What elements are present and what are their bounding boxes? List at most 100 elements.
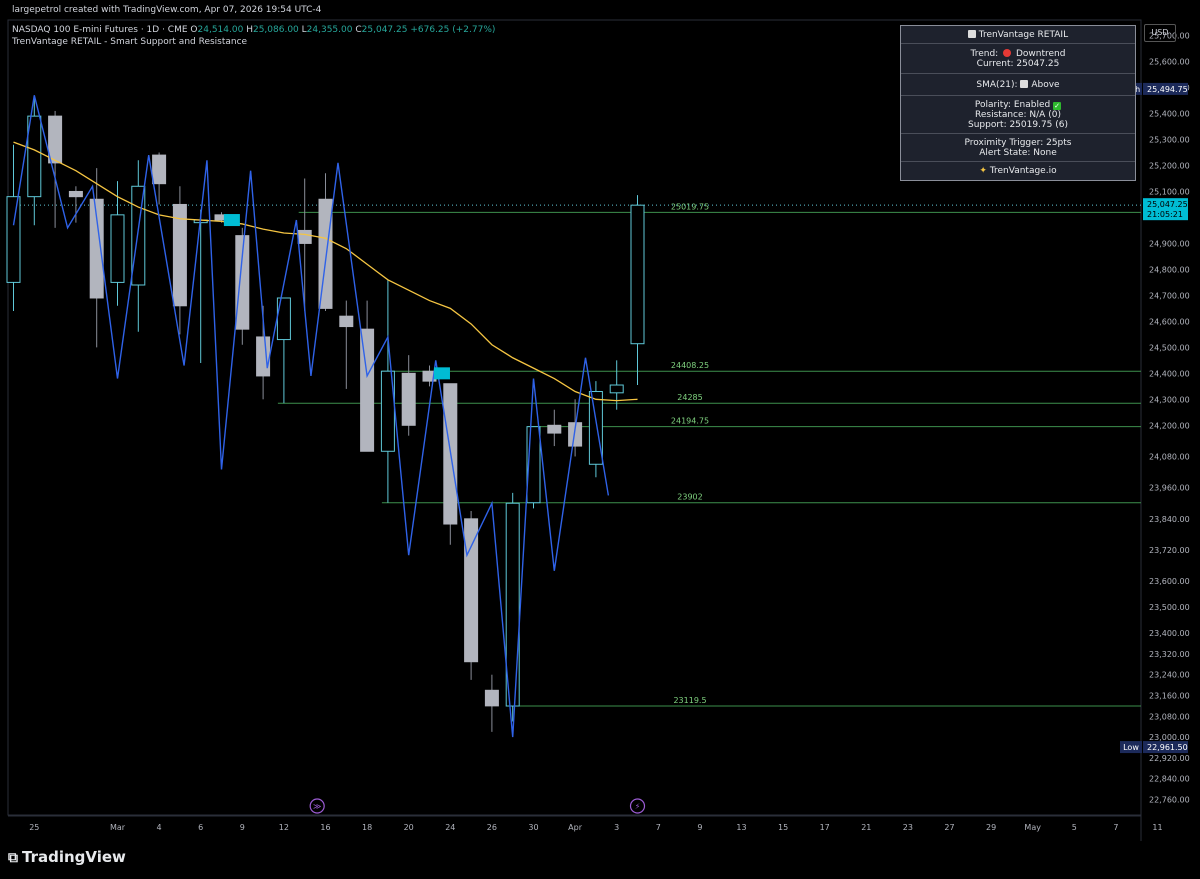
x-tick-label: 24 <box>445 823 455 832</box>
high-label-value-text: 25,494.75 <box>1147 85 1188 94</box>
y-tick-label: 22,760.00 <box>1149 795 1190 804</box>
trenvantage-info-panel: TrenVantage RETAIL Trend: Downtrend Curr… <box>900 25 1136 181</box>
y-tick-label: 24,800.00 <box>1149 265 1190 274</box>
y-tick-label: 24,500.00 <box>1149 343 1190 352</box>
x-tick-label: 3 <box>614 823 619 832</box>
proximity-row: Proximity Trigger: 25pts <box>964 138 1072 148</box>
indicator-legend[interactable]: TrenVantage RETAIL - Smart Support and R… <box>12 37 247 47</box>
x-tick-label: 7 <box>656 823 661 832</box>
x-tick-label: May <box>1024 823 1041 832</box>
highlight-marker <box>223 214 240 227</box>
candle-body <box>505 502 520 707</box>
candle-body <box>630 204 645 345</box>
chart-up-icon <box>1020 80 1029 88</box>
symbol-legend[interactable]: NASDAQ 100 E-mini Futures · 1D · CME O24… <box>12 25 495 35</box>
level-label: 23902 <box>677 493 702 502</box>
y-tick-label: 25,300.00 <box>1149 136 1190 145</box>
y-tick-label: 23,320.00 <box>1149 650 1190 659</box>
x-tick-label: 9 <box>240 823 245 832</box>
y-tick-label: 24,600.00 <box>1149 317 1190 326</box>
x-tick-label: 11 <box>1152 823 1162 832</box>
trend-row: Trend: Downtrend <box>970 49 1066 59</box>
close-value: 25,047.25 <box>361 25 408 35</box>
low-label-value-text: 22,961.50 <box>1147 743 1188 752</box>
event-icon-glyph: ⚡ <box>635 802 641 811</box>
level-label: 25019.75 <box>671 202 709 211</box>
candle-body <box>27 115 42 198</box>
y-tick-label: 25,200.00 <box>1149 161 1190 170</box>
support-row: Support: 25019.75 (6) <box>967 120 1069 130</box>
x-tick-label: 16 <box>320 823 330 832</box>
polarity-row: Polarity: Enabled ✓ <box>974 100 1062 110</box>
x-tick-label: 5 <box>1072 823 1077 832</box>
level-label: 23119.5 <box>673 696 706 705</box>
y-tick-label: 23,600.00 <box>1149 577 1190 586</box>
credit-text: largepetrol created with TradingView.com… <box>12 5 322 15</box>
y-tick-label: 25,100.00 <box>1149 187 1190 196</box>
current-row: Current: 25047.25 <box>976 59 1060 69</box>
current-price-text: 25,047.25 <box>1147 200 1188 209</box>
x-tick-label: 26 <box>487 823 497 832</box>
x-tick-label: 27 <box>944 823 954 832</box>
candle-body <box>339 315 354 328</box>
y-tick-label: 22,840.00 <box>1149 775 1190 784</box>
chart-icon <box>967 30 976 38</box>
x-tick-label: Apr <box>568 823 583 832</box>
y-tick-label: 23,500.00 <box>1149 603 1190 612</box>
x-tick-label: 13 <box>736 823 746 832</box>
x-tick-label: 12 <box>279 823 289 832</box>
candle-body <box>547 424 562 434</box>
x-tick-label: 18 <box>362 823 372 832</box>
candle-body <box>464 518 479 663</box>
candle-body <box>609 384 624 394</box>
level-label: 24285 <box>677 393 702 402</box>
y-tick-label: 24,200.00 <box>1149 421 1190 430</box>
x-tick-label: 17 <box>820 823 830 832</box>
x-tick-label: Mar <box>110 823 126 832</box>
sma-row: SMA(21): Above <box>976 80 1060 90</box>
low-label-tag-text: Low <box>1123 743 1139 752</box>
y-tick-label: 22,920.00 <box>1149 754 1190 763</box>
y-tick-label: 23,080.00 <box>1149 712 1190 721</box>
y-tick-label: 23,840.00 <box>1149 515 1190 524</box>
checkmark-icon: ✓ <box>1053 102 1062 110</box>
candle-body <box>588 391 603 465</box>
sparkle-icon: ✦ <box>979 166 987 176</box>
x-tick-label: 15 <box>778 823 788 832</box>
sma-value: Above <box>1031 80 1060 90</box>
y-tick-label: 23,000.00 <box>1149 733 1190 742</box>
alert-state-row: Alert State: None <box>979 148 1057 158</box>
y-tick-label: 24,400.00 <box>1149 369 1190 378</box>
x-tick-label: 21 <box>861 823 871 832</box>
high-value: 25,086.00 <box>252 25 299 35</box>
y-tick-label: 24,080.00 <box>1149 452 1190 461</box>
tradingview-logo-icon: ⧉ <box>8 850 18 866</box>
panel-title: TrenVantage RETAIL <box>901 30 1135 40</box>
candle-body <box>256 336 271 377</box>
candle <box>235 227 250 345</box>
brand-row: ✦ TrenVantage.io <box>979 166 1057 176</box>
x-tick-label: 6 <box>198 823 203 832</box>
candle-body <box>110 214 125 283</box>
red-circle-icon <box>1003 49 1012 57</box>
y-tick-label: 23,400.00 <box>1149 629 1190 638</box>
y-tick-label: 23,960.00 <box>1149 484 1190 493</box>
y-tick-label: 23,240.00 <box>1149 671 1190 680</box>
change-value: +676.25 (+2.77%) <box>410 25 496 35</box>
x-tick-label: 25 <box>29 823 39 832</box>
tradingview-logo[interactable]: ⧉ TradingView <box>8 848 126 866</box>
y-tick-label: 24,700.00 <box>1149 291 1190 300</box>
candle-body <box>401 372 416 426</box>
candle-body <box>484 689 499 707</box>
highlight-marker <box>433 367 450 380</box>
currency-selector[interactable]: USD <box>1144 24 1176 42</box>
open-value: 24,514.00 <box>197 25 244 35</box>
x-tick-label: 29 <box>986 823 996 832</box>
x-tick-label: 30 <box>528 823 538 832</box>
event-icon-glyph: ≫ <box>313 802 321 811</box>
x-tick-label: 4 <box>157 823 162 832</box>
candle-body <box>297 229 312 244</box>
candle-body <box>152 154 167 185</box>
y-tick-label: 24,300.00 <box>1149 395 1190 404</box>
candle <box>443 383 458 545</box>
